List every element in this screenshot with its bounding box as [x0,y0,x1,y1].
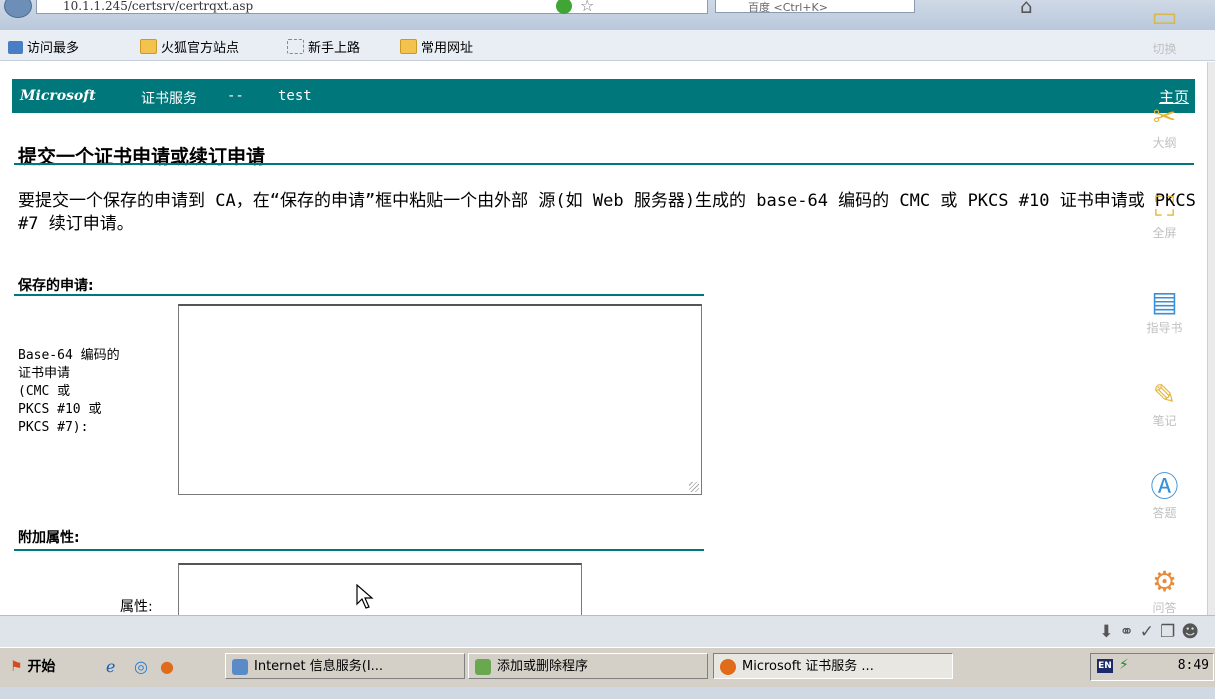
network-icon[interactable]: ⚡ [1119,657,1129,673]
windows-logo-icon: ⚑ [10,659,23,675]
taskbar-button-certsrv[interactable]: Microsoft 证书服务 ... [713,653,953,679]
bookmark-label: 新手上路 [308,41,361,56]
tool-answer[interactable]: Ⓐ 答题 [1122,470,1207,521]
bookmark-common-sites[interactable]: 常用网址 [400,37,473,56]
resize-grip-icon[interactable] [689,482,699,492]
addon-icon[interactable]: ⚭ [1120,622,1140,642]
fullscreen-icon: ⛶ [1154,190,1175,223]
quiz-icon: Ⓐ [1150,470,1179,503]
bookmark-label: 常用网址 [421,41,474,56]
bookmark-icon [8,41,23,54]
search-box[interactable]: 百度 <Ctrl+K> [715,0,915,14]
folder-icon [400,39,417,54]
url-text: 10.1.1.245/certsrv/certrqxt.asp [63,0,254,13]
bookmark-getting-started[interactable]: 新手上路 [287,37,360,56]
ie-icon[interactable]: ℯ [106,657,115,676]
outline-icon: ✂ [1152,100,1177,133]
saved-request-label: Base-64 编码的 证书申请 (CMC 或 PKCS #10 或 PKCS … [18,347,176,437]
taskbar-button-add-remove[interactable]: 添加或删除程序 [468,653,708,679]
bookmark-label: 访问最多 [27,41,80,56]
section-divider [14,294,704,296]
label-line: PKCS #7): [18,420,89,435]
taskbar-button-iis[interactable]: Internet 信息服务(I... [225,653,465,679]
side-tool-panel: ▭ 切换 ✂ 大纲 ⛶ 全屏 ▤ 指导书 ✎ 笔记 Ⓐ 答题 ⚙ 问答 [1122,0,1207,640]
tool-label: 全屏 [1152,226,1177,240]
bookmarks-toolbar: 访问最多 火狐官方站点 新手上路 常用网址 [0,30,1215,61]
monitor-icon: ▭ [1151,0,1178,33]
download-icon[interactable]: ⬇ [1099,622,1119,642]
label-line: Base-64 编码的 [18,348,120,363]
saved-request-textarea[interactable] [178,304,702,495]
tool-label: 问答 [1152,601,1177,615]
pencil-icon: ✎ [1152,378,1177,411]
browser-navbar: 10.1.1.245/certsrv/certrqxt.asp ☆ 百度 <Ct… [0,0,1215,30]
tool-label: 笔记 [1152,414,1177,428]
tool-notes[interactable]: ✎ 笔记 [1122,378,1207,429]
wrench-icon: ⚙ [1151,565,1178,598]
system-tray: EN ⚡ 8:49 [1090,653,1214,681]
tools-icon[interactable]: ✓ [1140,622,1160,642]
additional-attributes-heading: 附加属性: [18,530,80,546]
tool-label: 答题 [1152,506,1177,520]
programs-icon [475,659,491,675]
quicklaunch-icon[interactable]: ◎ [134,657,148,676]
taskbar-label: Internet 信息服务(I... [254,659,384,674]
iis-icon [232,659,248,675]
taskbar-label: Microsoft 证书服务 ... [742,659,874,674]
tool-guide[interactable]: ▤ 指导书 [1122,285,1207,336]
tool-label: 指导书 [1146,321,1183,335]
intro-text: 要提交一个保存的申请到 CA，在“保存的申请”框中粘贴一个由外部 源(如 Web… [18,191,1196,234]
taskbar-label: 添加或删除程序 [497,659,589,674]
page-header-bar: Microsoft 证书服务 -- test 主页 [12,79,1195,113]
star-icon[interactable]: ☆ [580,0,594,15]
tool-switch[interactable]: ▭ 切换 [1122,0,1207,57]
start-label: 开始 [27,659,56,675]
page-icon [287,39,304,54]
user-icon[interactable]: ☻ [1181,622,1205,642]
service-name: 证书服务 [141,91,197,107]
header-separator: -- [227,88,244,104]
label-line: 证书申请 [18,366,71,381]
bookmark-most-visited[interactable]: 访问最多 [8,37,79,56]
firefox-icon [720,659,736,675]
tool-fullscreen[interactable]: ⛶ 全屏 [1122,190,1207,241]
attributes-label: 属性: [120,599,153,615]
taskbar: ⚑ 开始 ℯ ◎ ● Internet 信息服务(I... 添加或删除程序 Mi… [0,647,1215,688]
ca-name: test [278,88,312,104]
browser-status-bar: ⬇⚭✓❐☻ [0,615,1215,648]
tool-label: 大纲 [1152,136,1177,150]
window-icon[interactable]: ❐ [1160,622,1181,642]
firefox-icon[interactable]: ● [160,657,174,676]
clock: 8:49 [1177,658,1209,673]
title-divider [14,163,1194,165]
mouse-cursor-icon [356,584,374,609]
attributes-textarea[interactable] [178,563,582,615]
address-bar[interactable]: 10.1.1.245/certsrv/certrqxt.asp [36,0,708,14]
folder-icon [140,39,157,54]
section-divider [14,549,704,551]
outer-frame-strip [0,687,1215,699]
web-page: Microsoft 证书服务 -- test 主页 提交一个证书申请或续订申请 … [0,62,1207,615]
saved-request-heading: 保存的申请: [18,278,94,294]
status-icons: ⬇⚭✓❐☻ [1099,622,1205,642]
bookmark-label: 火狐官方站点 [161,41,240,56]
brand-name: Microsoft [20,88,96,104]
tool-label: 切换 [1152,42,1177,56]
tool-outline[interactable]: ✂ 大纲 [1122,100,1207,151]
book-icon: ▤ [1151,285,1178,318]
language-indicator[interactable]: EN [1097,659,1113,673]
home-icon[interactable]: ⌂ [1020,0,1033,18]
back-button[interactable] [4,0,32,18]
label-line: (CMC 或 [18,384,71,399]
start-button[interactable]: ⚑ 开始 [4,655,61,679]
tool-qa[interactable]: ⚙ 问答 [1122,565,1207,616]
bookmark-firefox-site[interactable]: 火狐官方站点 [140,37,239,56]
vertical-scrollbar[interactable] [1207,62,1215,615]
label-line: PKCS #10 或 [18,402,102,417]
